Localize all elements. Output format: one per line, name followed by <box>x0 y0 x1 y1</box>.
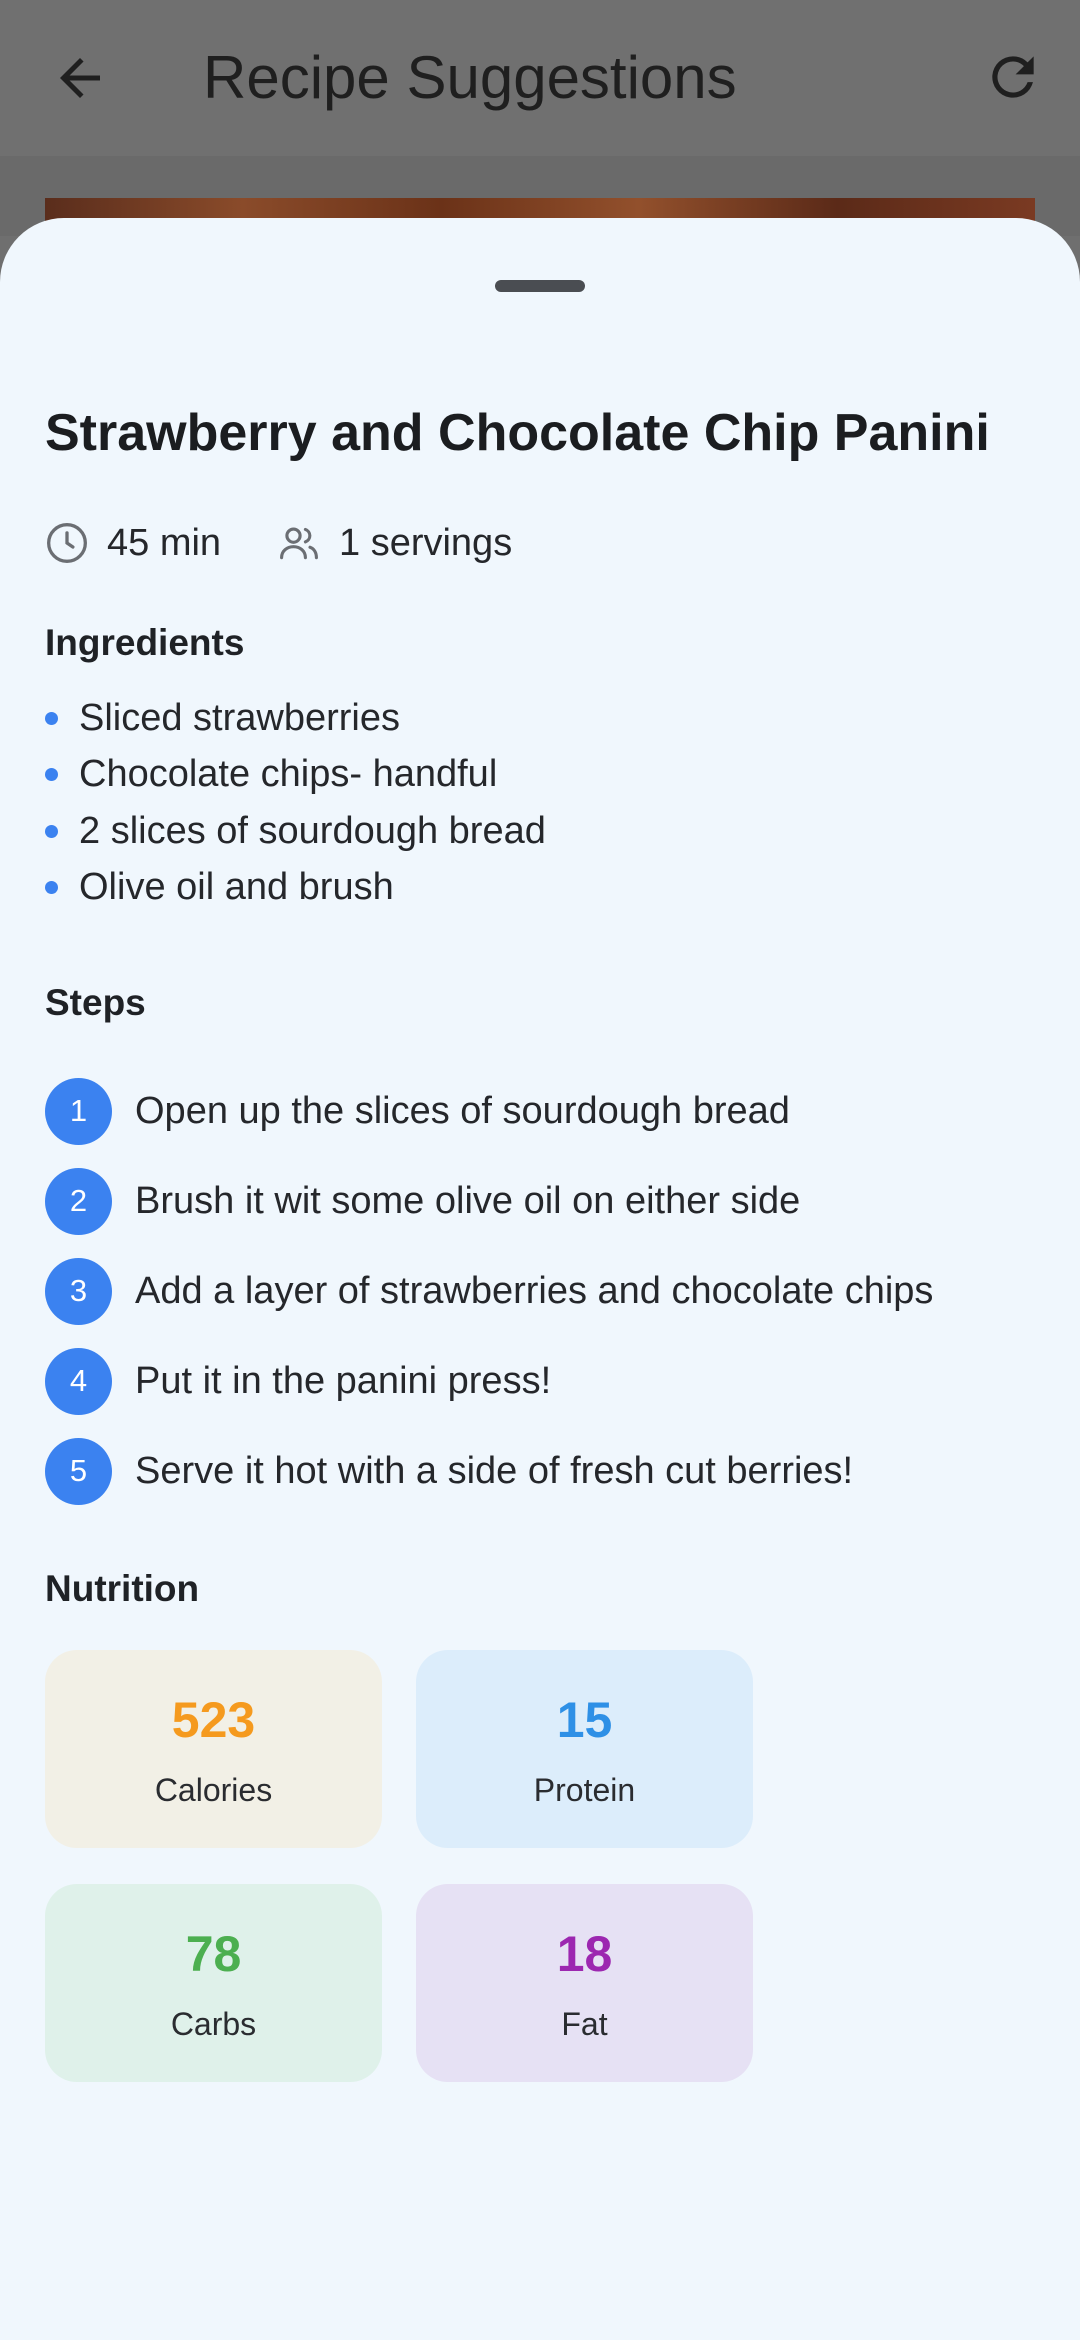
ingredient-text: Olive oil and brush <box>79 866 394 909</box>
refresh-icon[interactable] <box>982 46 1044 108</box>
cook-time: 45 min <box>45 518 221 568</box>
servings-text: 1 servings <box>339 521 513 564</box>
nutrition-label: Fat <box>561 2006 608 2042</box>
ingredient-item: Chocolate chips- handful <box>45 747 546 804</box>
recipe-bottom-sheet: Strawberry and Chocolate Chip Panini 45 … <box>0 218 1080 2340</box>
ingredients-heading: Ingredients <box>45 622 245 663</box>
nutrition-card-fat: 18 Fat <box>416 1884 753 2082</box>
drag-handle[interactable] <box>495 280 585 292</box>
step-item: 2 Brush it wit some olive oil on either s… <box>45 1156 933 1246</box>
nutrition-value: 78 <box>185 1926 242 1982</box>
nutrition-label: Protein <box>533 1772 636 1808</box>
step-number: 3 <box>45 1257 112 1325</box>
ingredients-list: Sliced strawberries Chocolate chips- han… <box>45 690 546 916</box>
ingredient-item: Olive oil and brush <box>45 860 546 917</box>
back-arrow-icon[interactable] <box>50 48 110 108</box>
bullet-icon <box>45 881 58 895</box>
nutrition-value: 523 <box>171 1692 256 1748</box>
step-item: 4 Put it in the panini press! <box>45 1336 933 1426</box>
nutrition-value: 15 <box>556 1692 613 1748</box>
step-number: 5 <box>45 1437 112 1505</box>
step-text: Open up the slices of sourdough bread <box>135 1089 790 1132</box>
nutrition-card-carbs: 78 Carbs <box>45 1884 382 2082</box>
ingredient-item: Sliced strawberries <box>45 690 546 747</box>
nutrition-card-protein: 15 Protein <box>416 1650 753 1848</box>
ingredient-item: 2 slices of sourdough bread <box>45 803 546 860</box>
clock-icon <box>47 523 87 563</box>
recipe-title: Strawberry and Chocolate Chip Panini <box>45 404 990 462</box>
bullet-icon <box>45 711 58 725</box>
ingredient-text: 2 slices of sourdough bread <box>79 809 546 852</box>
step-item: 1 Open up the slices of sourdough bread <box>45 1066 933 1156</box>
step-item: 3 Add a layer of strawberries and chocola… <box>45 1246 933 1336</box>
step-text: Brush it wit some olive oil on either si… <box>135 1179 801 1222</box>
step-item: 5 Serve it hot with a side of fresh cut b… <box>45 1426 933 1516</box>
ingredient-text: Sliced strawberries <box>79 696 400 739</box>
nutrition-heading: Nutrition <box>45 1568 200 1609</box>
step-text: Put it in the panini press! <box>135 1359 552 1402</box>
nutrition-label: Calories <box>154 1772 273 1808</box>
steps-heading: Steps <box>45 982 146 1023</box>
step-number: 4 <box>45 1347 112 1415</box>
steps-list: 1 Open up the slices of sourdough bread 2… <box>45 1066 933 1516</box>
ingredient-text: Chocolate chips- handful <box>79 753 498 796</box>
step-text: Add a layer of strawberries and chocolat… <box>135 1269 934 1312</box>
app-bar: Recipe Suggestions <box>0 0 1080 156</box>
nutrition-value: 18 <box>556 1926 613 1982</box>
nutrition-label: Carbs <box>170 2006 257 2042</box>
step-number: 2 <box>45 1167 112 1235</box>
bullet-icon <box>45 824 58 838</box>
bullet-icon <box>45 768 58 782</box>
servings: 1 servings <box>277 518 512 568</box>
cook-time-text: 45 min <box>107 521 222 564</box>
people-icon <box>280 527 318 560</box>
nutrition-card-calories: 523 Calories <box>45 1650 382 1848</box>
step-text: Serve it hot with a side of fresh cut be… <box>135 1449 854 1492</box>
app-bar-title: Recipe Suggestions <box>203 44 737 111</box>
step-number: 1 <box>45 1077 112 1145</box>
